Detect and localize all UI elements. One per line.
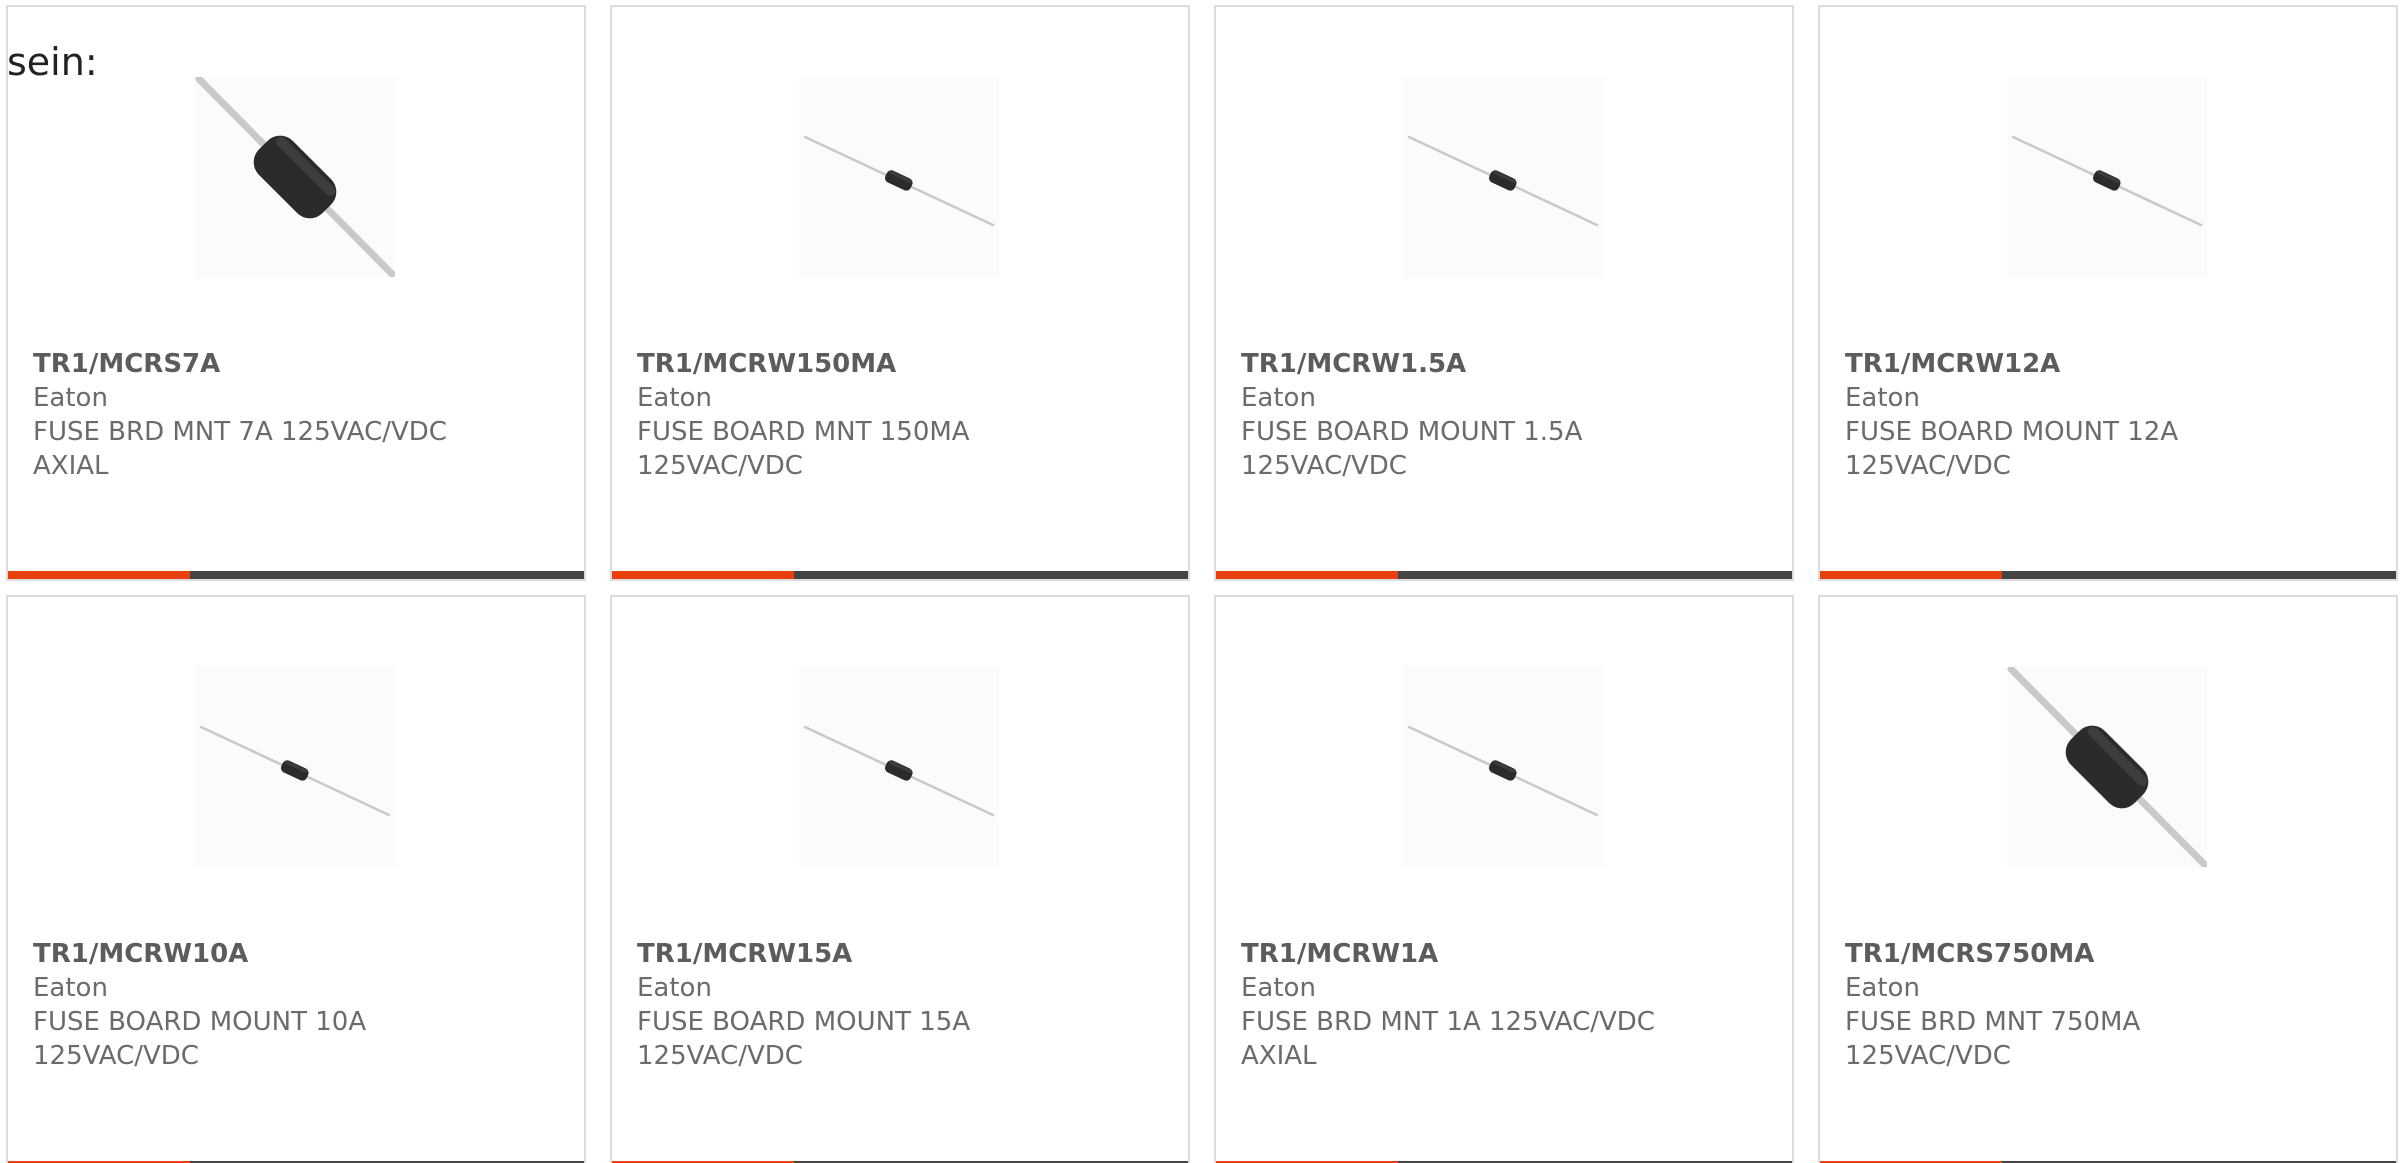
- product-info: TR1/MCRW1A Eaton FUSE BRD MNT 1A 125VAC/…: [1241, 937, 1772, 1073]
- product-image[interactable]: [195, 77, 395, 277]
- description: FUSE BOARD MNT 150MA 125VAC/VDC: [637, 417, 970, 481]
- product-image[interactable]: [2007, 667, 2207, 867]
- card-footer-accent: [8, 571, 190, 579]
- card-footer-accent: [612, 571, 794, 579]
- part-number[interactable]: TR1/MCRW1A: [1241, 937, 1772, 971]
- fuse-small-icon: [803, 725, 995, 817]
- card-footer-accent: [1820, 571, 2002, 579]
- part-number[interactable]: TR1/MCRS750MA: [1845, 937, 2376, 971]
- description: FUSE BOARD MOUNT 12A 125VAC/VDC: [1845, 417, 2179, 481]
- fuse-small-icon: [199, 725, 391, 817]
- card-footer-bar: [1820, 571, 2396, 579]
- intro-text: sein:: [7, 40, 98, 84]
- page: sein: TR1/MCRS7A Eaton FUSE BRD MNT 7A 1…: [0, 0, 2400, 1163]
- card-footer-bar: [612, 571, 1188, 579]
- description: FUSE BRD MNT 750MA 125VAC/VDC: [1845, 1007, 2141, 1071]
- card-footer-bar: [1216, 571, 1792, 579]
- manufacturer: Eaton: [1241, 973, 1316, 1003]
- card-footer-bar: [8, 571, 584, 579]
- description: FUSE BOARD MOUNT 10A 125VAC/VDC: [33, 1007, 367, 1071]
- fuse-large-icon: [195, 77, 395, 277]
- part-number[interactable]: TR1/MCRW15A: [637, 937, 1168, 971]
- product-image[interactable]: [2007, 77, 2207, 277]
- part-number[interactable]: TR1/MCRW150MA: [637, 347, 1168, 381]
- fuse-small-icon: [2011, 135, 2203, 227]
- product-card[interactable]: TR1/MCRS750MA Eaton FUSE BRD MNT 750MA 1…: [1818, 595, 2398, 1163]
- manufacturer: Eaton: [33, 973, 108, 1003]
- manufacturer: Eaton: [1845, 973, 1920, 1003]
- product-image[interactable]: [195, 667, 395, 867]
- part-number[interactable]: TR1/MCRW12A: [1845, 347, 2376, 381]
- manufacturer: Eaton: [1241, 383, 1316, 413]
- product-info: TR1/MCRW1.5A Eaton FUSE BOARD MOUNT 1.5A…: [1241, 347, 1772, 483]
- product-info: TR1/MCRS7A Eaton FUSE BRD MNT 7A 125VAC/…: [33, 347, 564, 483]
- fuse-small-icon: [803, 135, 995, 227]
- product-card[interactable]: TR1/MCRW10A Eaton FUSE BOARD MOUNT 10A 1…: [6, 595, 586, 1163]
- product-info: TR1/MCRW150MA Eaton FUSE BOARD MNT 150MA…: [637, 347, 1168, 483]
- product-info: TR1/MCRW12A Eaton FUSE BOARD MOUNT 12A 1…: [1845, 347, 2376, 483]
- description: FUSE BRD MNT 7A 125VAC/VDC AXIAL: [33, 417, 447, 481]
- product-card[interactable]: TR1/MCRW1.5A Eaton FUSE BOARD MOUNT 1.5A…: [1214, 5, 1794, 581]
- product-card[interactable]: TR1/MCRS7A Eaton FUSE BRD MNT 7A 125VAC/…: [6, 5, 586, 581]
- fuse-small-icon: [1407, 725, 1599, 817]
- manufacturer: Eaton: [33, 383, 108, 413]
- product-image[interactable]: [1403, 667, 1603, 867]
- product-image[interactable]: [1403, 77, 1603, 277]
- product-card[interactable]: TR1/MCRW150MA Eaton FUSE BOARD MNT 150MA…: [610, 5, 1190, 581]
- manufacturer: Eaton: [1845, 383, 1920, 413]
- product-grid: TR1/MCRS7A Eaton FUSE BRD MNT 7A 125VAC/…: [6, 5, 2398, 1163]
- product-image[interactable]: [799, 667, 999, 867]
- product-card[interactable]: TR1/MCRW12A Eaton FUSE BOARD MOUNT 12A 1…: [1818, 5, 2398, 581]
- description: FUSE BOARD MOUNT 1.5A 125VAC/VDC: [1241, 417, 1583, 481]
- product-card[interactable]: TR1/MCRW1A Eaton FUSE BRD MNT 1A 125VAC/…: [1214, 595, 1794, 1163]
- fuse-small-icon: [1407, 135, 1599, 227]
- description: FUSE BOARD MOUNT 15A 125VAC/VDC: [637, 1007, 971, 1071]
- fuse-large-icon: [2007, 667, 2207, 867]
- manufacturer: Eaton: [637, 973, 712, 1003]
- part-number[interactable]: TR1/MCRW10A: [33, 937, 564, 971]
- product-info: TR1/MCRW10A Eaton FUSE BOARD MOUNT 10A 1…: [33, 937, 564, 1073]
- manufacturer: Eaton: [637, 383, 712, 413]
- description: FUSE BRD MNT 1A 125VAC/VDC AXIAL: [1241, 1007, 1655, 1071]
- part-number[interactable]: TR1/MCRW1.5A: [1241, 347, 1772, 381]
- card-footer-accent: [1216, 571, 1398, 579]
- product-image[interactable]: [799, 77, 999, 277]
- part-number[interactable]: TR1/MCRS7A: [33, 347, 564, 381]
- product-info: TR1/MCRS750MA Eaton FUSE BRD MNT 750MA 1…: [1845, 937, 2376, 1073]
- product-card[interactable]: TR1/MCRW15A Eaton FUSE BOARD MOUNT 15A 1…: [610, 595, 1190, 1163]
- product-info: TR1/MCRW15A Eaton FUSE BOARD MOUNT 15A 1…: [637, 937, 1168, 1073]
